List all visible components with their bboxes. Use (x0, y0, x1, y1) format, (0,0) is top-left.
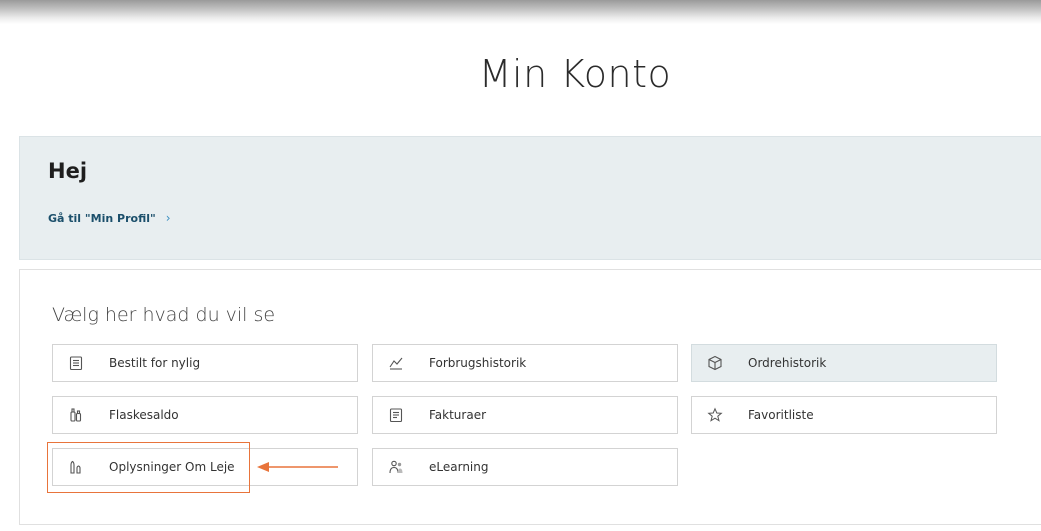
box-icon (706, 354, 724, 372)
chart-icon (387, 354, 405, 372)
choice-heading: Vælg her hvad du vil se (52, 304, 276, 326)
profile-link[interactable]: Gå til "Min Profil" › (48, 211, 171, 225)
tile-elearning[interactable]: eLearning (372, 448, 678, 486)
chevron-right-icon: › (165, 211, 171, 225)
tile-label: Bestilt for nylig (109, 356, 201, 370)
list-icon (67, 354, 85, 372)
rental-icon (67, 458, 85, 476)
tile-ordrehistorik[interactable]: Ordrehistorik (691, 344, 997, 382)
greeting-title: Hej (48, 159, 88, 183)
tile-label: Ordrehistorik (748, 356, 827, 370)
people-icon (387, 458, 405, 476)
tile-fakturaer[interactable]: Fakturaer (372, 396, 678, 434)
annotation-arrow-icon (257, 462, 338, 472)
choice-panel: Vælg her hvad du vil se Bestilt for nyli… (19, 269, 1041, 525)
invoice-icon (387, 406, 405, 424)
tile-label: Forbrugshistorik (429, 356, 527, 370)
star-icon (706, 406, 724, 424)
tile-label: eLearning (429, 460, 489, 474)
bottles-icon (67, 406, 85, 424)
page-title: Min Konto (478, 52, 672, 96)
tile-label: Flaskesaldo (109, 408, 179, 422)
tile-label: Oplysninger Om Leje (109, 460, 235, 474)
tile-label: Favoritliste (748, 408, 814, 422)
tile-favoritliste[interactable]: Favoritliste (691, 396, 997, 434)
profile-link-label: Gå til "Min Profil" (48, 211, 156, 225)
tile-label: Fakturaer (429, 408, 487, 422)
greeting-panel: Hej Gå til "Min Profil" › (19, 136, 1041, 260)
tile-flaskesaldo[interactable]: Flaskesaldo (52, 396, 358, 434)
tile-bestilt-for-nylig[interactable]: Bestilt for nylig (52, 344, 358, 382)
top-shadow (0, 0, 1041, 24)
tile-forbrugshistorik[interactable]: Forbrugshistorik (372, 344, 678, 382)
